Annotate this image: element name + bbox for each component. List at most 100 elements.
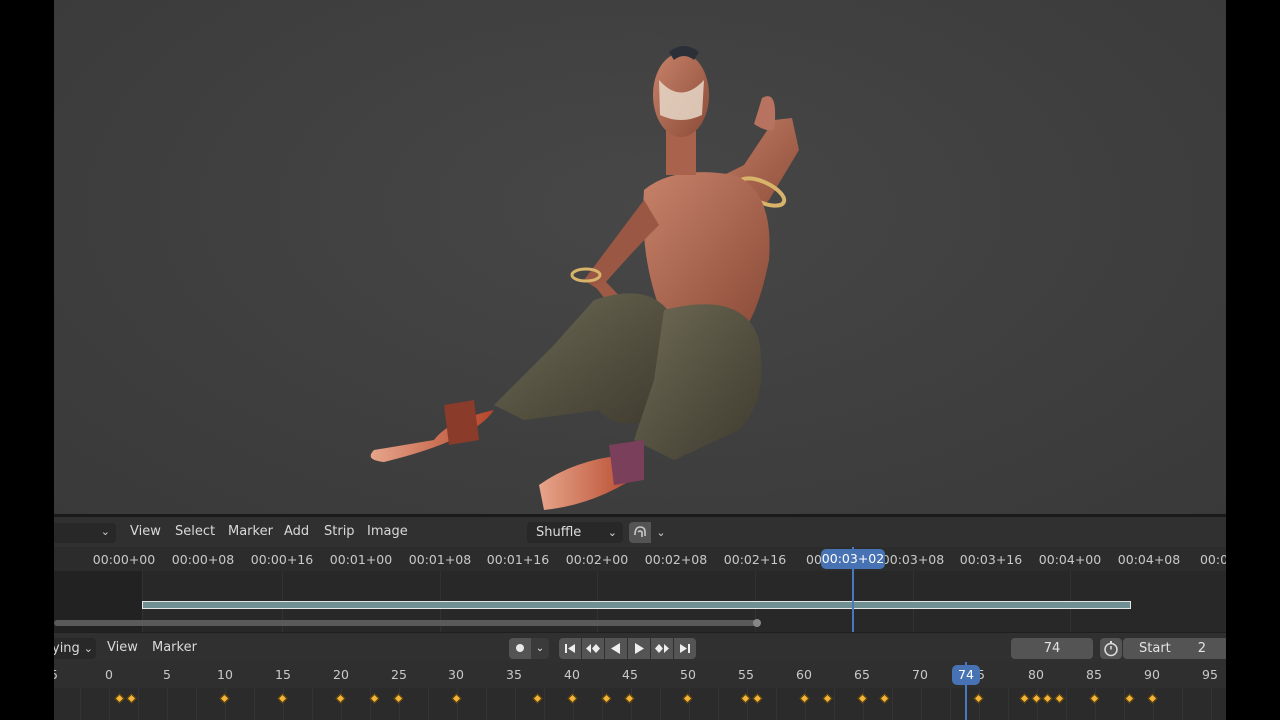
timeline-area[interactable]: 50510152025303540455055606570580859095 7… [54, 662, 1226, 720]
frame-label: 20 [333, 667, 349, 682]
grid-line [341, 688, 342, 720]
play-reverse-icon [611, 643, 620, 654]
keyframe-diamond[interactable] [1054, 693, 1065, 704]
record-button[interactable] [509, 638, 531, 659]
grid-line [312, 688, 313, 720]
timeline-menu-view[interactable]: View [107, 633, 138, 663]
overlap-mode-label: Shuffle [536, 525, 582, 540]
grid-line [979, 688, 980, 720]
timecode-label: 00:03+16 [959, 552, 1023, 567]
grid-line [776, 688, 777, 720]
sequence-strip[interactable] [142, 601, 1131, 609]
grid-line [428, 688, 429, 720]
grid-line [254, 688, 255, 720]
grid-line [167, 688, 168, 720]
keyframe-diamond[interactable] [879, 693, 890, 704]
menu-select[interactable]: Select [175, 517, 215, 547]
frame-label: 10 [217, 667, 233, 682]
jump-end-button[interactable] [674, 638, 696, 659]
next-keyframe-button[interactable] [651, 638, 673, 659]
overlap-mode-dropdown[interactable]: Shuffle ⌄ [527, 522, 623, 543]
character-model [370, 46, 799, 510]
keyframe-diamond[interactable] [1031, 693, 1042, 704]
playback-dropdown[interactable]: ying ⌄ [54, 638, 96, 659]
keyframe-diamond[interactable] [973, 693, 984, 704]
start-frame-field[interactable]: Start 2 [1123, 638, 1226, 659]
horizontal-scrollbar[interactable] [54, 620, 760, 626]
timecode-label: 00:02+16 [723, 552, 787, 567]
timecode-label: 00:02+00 [565, 552, 629, 567]
keyframe-diamond[interactable] [277, 693, 288, 704]
grid-line [457, 688, 458, 720]
keyframe-diamond[interactable] [799, 693, 810, 704]
frame-label: 60 [796, 667, 812, 682]
keyframe-diamond[interactable] [1042, 693, 1053, 704]
snap-options-dropdown[interactable]: ⌄ [652, 522, 670, 543]
current-timecode-badge[interactable]: 00:03+02 [821, 549, 885, 569]
frame-label: 85 [1086, 667, 1102, 682]
timecode-label: 00 [806, 552, 822, 567]
playback-dropdown-label: ying [54, 641, 80, 656]
grid-line [805, 688, 806, 720]
use-preview-range-button[interactable] [1100, 638, 1122, 659]
menu-view[interactable]: View [130, 517, 161, 547]
menu-strip[interactable]: Strip [324, 517, 355, 547]
play-icon [635, 643, 644, 654]
timeline-frame-ruler[interactable]: 50510152025303540455055606570580859095 [54, 662, 1226, 688]
magnet-icon [634, 526, 646, 537]
keyframe-diamond[interactable] [335, 693, 346, 704]
frame-label: 30 [448, 667, 464, 682]
keyframe-diamond[interactable] [114, 693, 125, 704]
grid-line [283, 688, 284, 720]
sequencer-timecode-ruler[interactable]: 00:00+00 00:00+08 00:00+16 00:01+00 00:01+08… [54, 547, 1226, 571]
jump-start-icon [565, 644, 575, 653]
keyframe-diamond[interactable] [1019, 693, 1030, 704]
prev-keyframe-button[interactable] [582, 638, 604, 659]
keyframe-diamond[interactable] [126, 693, 137, 704]
grid-line [689, 688, 690, 720]
frame-label: 40 [564, 667, 580, 682]
keyframe-diamond[interactable] [822, 693, 833, 704]
record-options-dropdown[interactable]: ⌄ [531, 638, 549, 659]
menu-add[interactable]: Add [284, 517, 309, 547]
keyframe-diamond[interactable] [393, 693, 404, 704]
current-frame-field[interactable]: 74 [1011, 638, 1093, 659]
sequencer-area[interactable]: 00:00+00 00:00+08 00:00+16 00:01+00 00:01+08… [54, 547, 1226, 632]
sequencer-view-type-dropdown[interactable]: ⌄ [54, 523, 116, 543]
3d-viewport[interactable] [54, 0, 1226, 516]
keyframe-diamond[interactable] [624, 693, 635, 704]
jump-start-button[interactable] [559, 638, 581, 659]
menu-image[interactable]: Image [367, 517, 408, 547]
keyframe-diamond[interactable] [682, 693, 693, 704]
keyframe-diamond[interactable] [752, 693, 763, 704]
stopwatch-icon [1104, 641, 1118, 657]
timeline-menu-marker[interactable]: Marker [152, 633, 197, 663]
keyframe-diamond[interactable] [857, 693, 868, 704]
chevron-down-icon: ⌄ [607, 526, 617, 539]
grid-line [370, 688, 371, 720]
play-button[interactable] [628, 638, 650, 659]
keyframe-diamond[interactable] [1147, 693, 1158, 704]
grid-line [921, 688, 922, 720]
grid-line [544, 688, 545, 720]
keyframe-diamond[interactable] [601, 693, 612, 704]
chevron-down-icon: ⌄ [83, 642, 93, 655]
menu-marker[interactable]: Marker [228, 517, 273, 547]
keyframe-diamond[interactable] [1089, 693, 1100, 704]
grid-line [1182, 688, 1183, 720]
jump-end-icon [680, 644, 690, 653]
keyframe-diamond[interactable] [451, 693, 462, 704]
keyframe-diamond[interactable] [567, 693, 578, 704]
play-reverse-button[interactable] [605, 638, 627, 659]
scrollbar-handle[interactable] [753, 619, 761, 627]
timecode-label: 00:02+08 [644, 552, 708, 567]
snap-toggle-button[interactable] [629, 522, 651, 543]
playhead-frame-badge[interactable]: 74 [952, 665, 980, 685]
keyframe-diamond[interactable] [740, 693, 751, 704]
timecode-label: 00:04+08 [1117, 552, 1181, 567]
keyframe-diamond[interactable] [532, 693, 543, 704]
timeline-header: ying ⌄ View Marker ⌄ 74 Start 2 [54, 632, 1226, 663]
keyframe-diamond[interactable] [369, 693, 380, 704]
keyframe-diamond[interactable] [1124, 693, 1135, 704]
keyframe-diamond[interactable] [219, 693, 230, 704]
